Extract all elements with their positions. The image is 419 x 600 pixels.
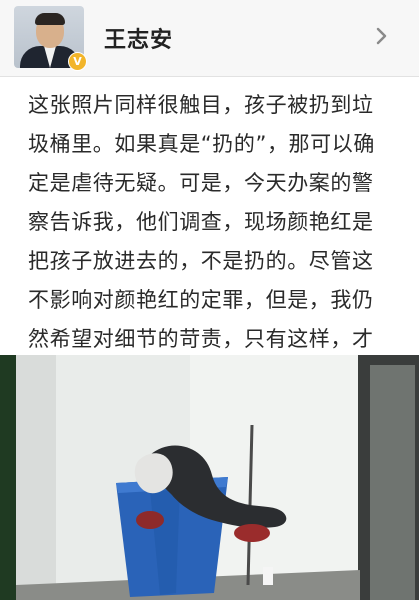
chevron-right-icon[interactable]	[372, 24, 392, 48]
photo-image	[0, 355, 419, 600]
author-name[interactable]: 王志安	[104, 22, 173, 54]
post-header[interactable]: V 王志安	[0, 0, 419, 77]
verified-badge-icon: V	[68, 52, 87, 71]
post-text: 这张照片同样很触目，孩子被扔到垃 圾桶里。如果真是“扔的”，那可以确 定是虐待无…	[28, 93, 375, 390]
avatar-hair	[35, 13, 65, 25]
attached-photo[interactable]	[0, 355, 419, 600]
